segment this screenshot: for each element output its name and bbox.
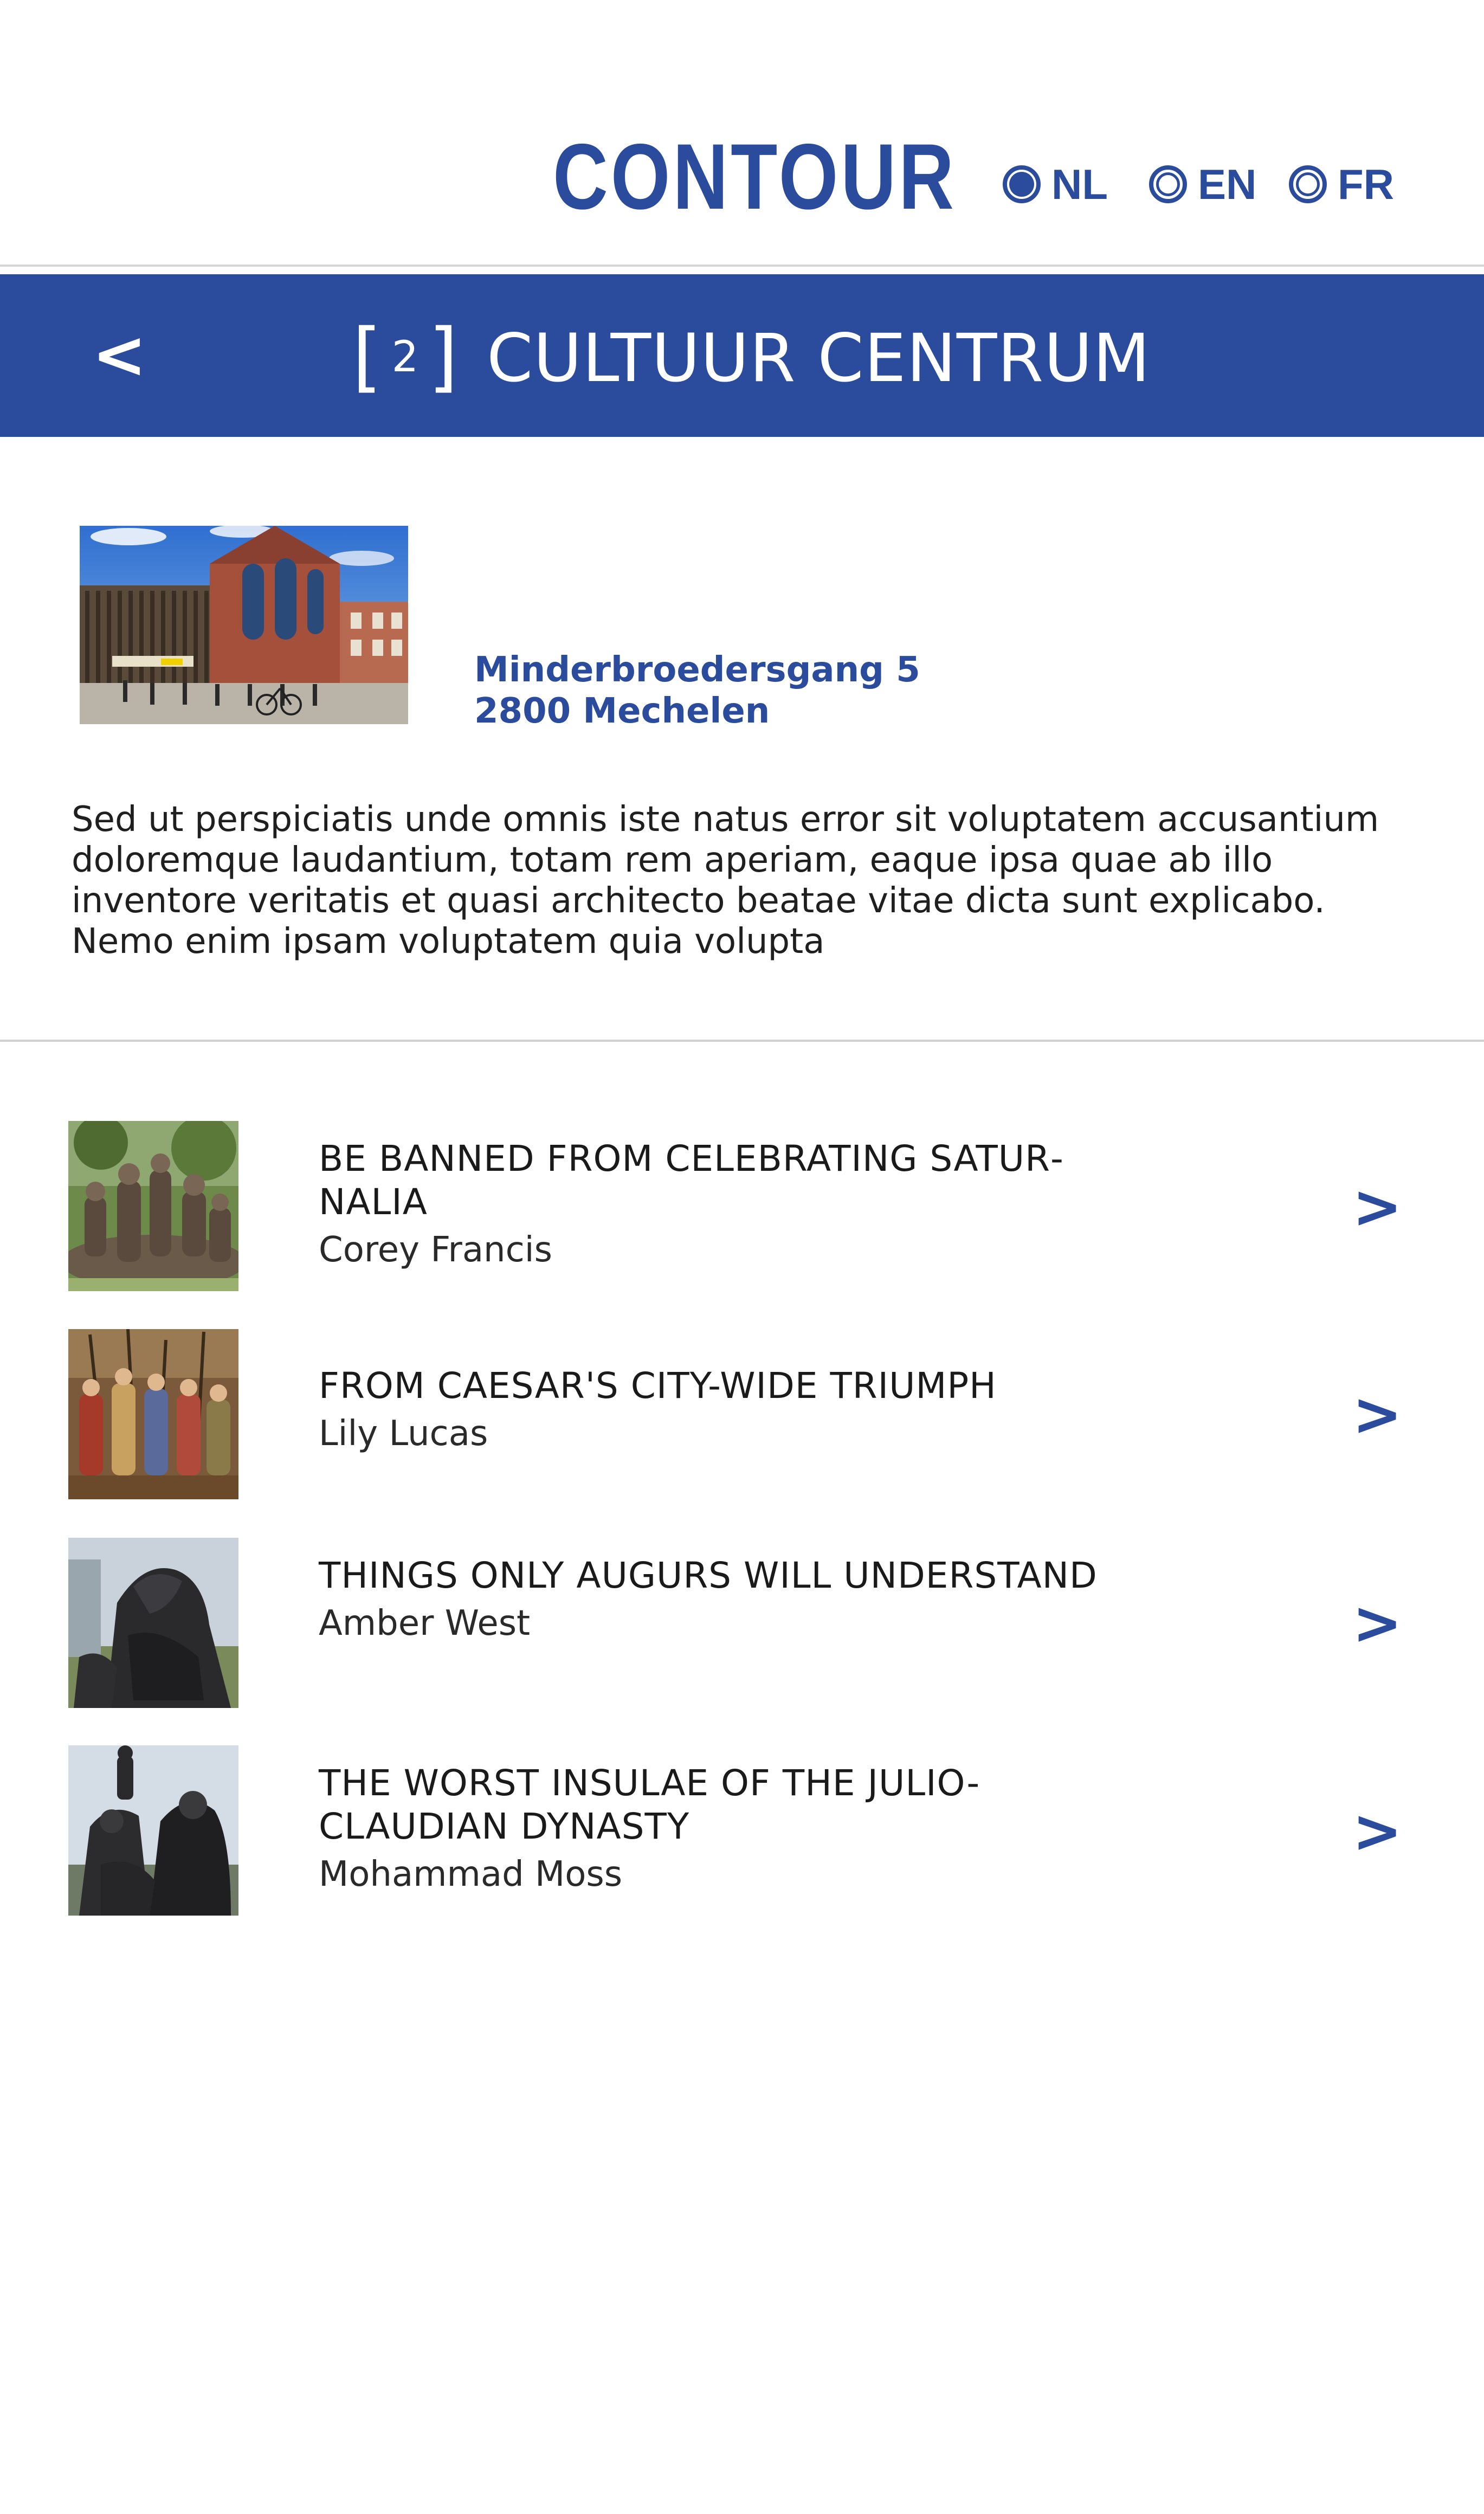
tour-list-item[interactable]: BE BANNED FROM CELEBRATING SATUR­NALIA C… xyxy=(0,1121,1484,1294)
tour-list-item[interactable]: THINGS ONLY AUGURS WILL UNDERSTAND Amber… xyxy=(0,1538,1484,1711)
tour-text: THE WORST INSULAE OF THE JULIO-CLAUDIAN … xyxy=(319,1762,1105,1896)
location-number-badge: [ 2 ] xyxy=(352,317,458,398)
radio-unselected-icon xyxy=(1149,165,1187,203)
seated-statues-photo-icon xyxy=(68,1745,238,1916)
tour-text: BE BANNED FROM CELEBRATING SATUR­NALIA C… xyxy=(319,1137,1105,1272)
tour-title: THINGS ONLY AUGURS WILL UNDERSTAND xyxy=(319,1555,1098,1596)
chevron-right-icon: > xyxy=(1352,1380,1403,1449)
header-divider xyxy=(0,265,1484,267)
tour-author: Corey Francis xyxy=(319,1230,552,1270)
tour-title: FROM CAESAR'S CITY-WIDE TRIUMPH xyxy=(319,1365,997,1407)
robed-statue-photo-icon xyxy=(68,1538,238,1708)
language-label-fr: FR xyxy=(1338,160,1394,208)
tour-thumbnail xyxy=(68,1538,238,1708)
tour-thumbnail xyxy=(68,1745,238,1916)
tour-text: FROM CAESAR'S CITY-WIDE TRIUMPH Lily Luc… xyxy=(319,1364,1105,1455)
chevron-right-icon: > xyxy=(1352,1796,1403,1866)
tour-thumbnail xyxy=(68,1329,238,1499)
language-label-en: EN xyxy=(1198,160,1257,208)
painting-triumph-photo-icon xyxy=(68,1329,238,1499)
language-option-nl[interactable]: NL xyxy=(1003,157,1108,211)
chevron-right-icon: > xyxy=(1352,1172,1403,1241)
bracket-open: [ xyxy=(352,313,382,401)
building-photo-icon xyxy=(80,526,408,724)
language-label-nl: NL xyxy=(1051,160,1108,208)
language-option-fr[interactable]: FR xyxy=(1289,157,1394,211)
venue-address: Minderbroedersgang 5 2800 Mechelen xyxy=(474,649,920,732)
bracket-close: ] xyxy=(428,313,458,401)
tour-author: Mohammad Moss xyxy=(319,1854,623,1894)
chevron-right-icon: > xyxy=(1352,1588,1403,1658)
tour-list-item[interactable]: FROM CAESAR'S CITY-WIDE TRIUMPH Lily Luc… xyxy=(0,1329,1484,1503)
radio-unselected-icon xyxy=(1289,165,1327,203)
back-button[interactable]: < xyxy=(92,318,157,394)
tour-text: THINGS ONLY AUGURS WILL UNDERSTAND Amber… xyxy=(319,1554,1105,1645)
tour-title: BE BANNED FROM CELEBRATING SATUR­NALIA xyxy=(319,1138,1063,1223)
tour-thumbnail xyxy=(68,1121,238,1291)
address-street: Minderbroedersgang 5 xyxy=(474,650,920,690)
tour-author: Amber West xyxy=(319,1603,531,1643)
page-title: CULTUUR CENTRUM xyxy=(487,320,1151,397)
brand-logo: CONTOUR xyxy=(553,125,957,229)
venue-photo xyxy=(80,526,408,724)
tour-title: THE WORST INSULAE OF THE JULIO-CLAUDIAN … xyxy=(319,1762,980,1847)
tour-list-item[interactable]: THE WORST INSULAE OF THE JULIO-CLAUDIAN … xyxy=(0,1745,1484,1919)
location-number: 2 xyxy=(391,333,419,382)
language-option-en[interactable]: EN xyxy=(1149,157,1256,211)
radio-selected-icon xyxy=(1003,165,1041,203)
tour-author: Lily Lucas xyxy=(319,1414,488,1454)
app-header: CONTOUR NL EN FR xyxy=(0,0,1484,266)
venue-description: Sed ut perspiciatis unde omnis iste natu… xyxy=(72,800,1379,962)
statue-group-photo-icon xyxy=(68,1121,238,1291)
title-bar: < [ 2 ] CULTUUR CENTRUM xyxy=(0,274,1484,437)
address-city: 2800 Mechelen xyxy=(474,691,770,731)
section-divider xyxy=(0,1040,1484,1042)
